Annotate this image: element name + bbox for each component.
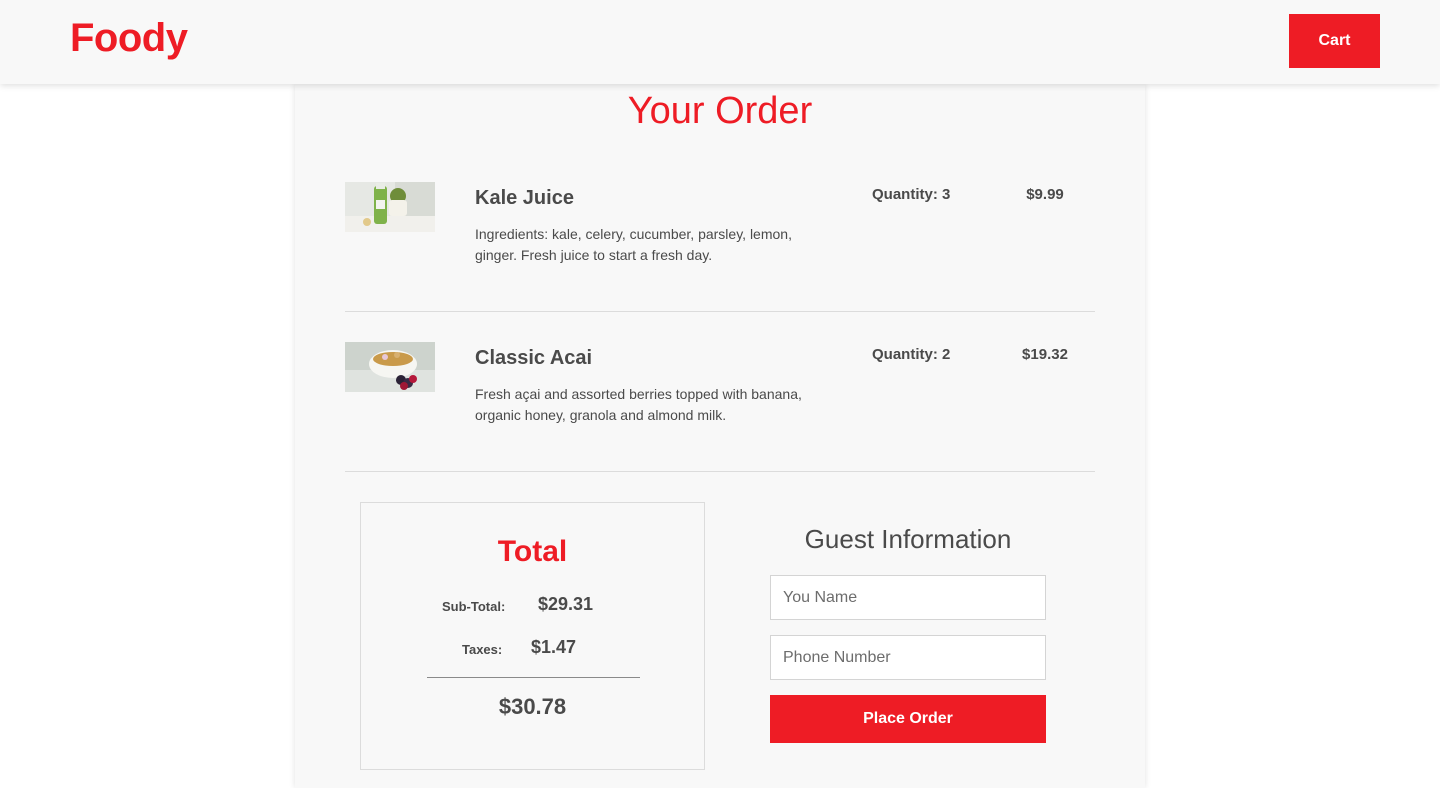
order-total-box: Total Sub-Total: $29.31 Taxes: $1.47 $30… <box>360 502 705 770</box>
total-title: Total <box>497 535 568 568</box>
item-quantity: Quantity: 2 <box>872 346 951 363</box>
grand-total-value: $30.78 <box>498 694 567 719</box>
total-divider <box>427 677 640 678</box>
item-quantity: Quantity: 3 <box>872 186 951 203</box>
item-name: Kale Juice <box>475 187 574 209</box>
item-divider <box>345 471 1095 472</box>
item-divider <box>345 311 1095 312</box>
top-navbar: Foody Cart <box>0 0 1440 84</box>
order-item-kale-juice: Kale Juice Ingredients: kale, celery, cu… <box>345 182 1095 312</box>
taxes-value: $1.47 <box>531 637 577 657</box>
subtotal-label: Sub-Total: <box>442 599 506 614</box>
item-price: $19.32 <box>1022 346 1068 363</box>
phone-number-input[interactable] <box>770 635 1046 680</box>
item-description: Fresh açai and assorted berries topped w… <box>475 386 802 423</box>
cart-button[interactable]: Cart <box>1289 14 1380 68</box>
item-name: Classic Acai <box>475 347 593 369</box>
subtotal-value: $29.31 <box>538 594 594 614</box>
page-title: Your Order <box>627 90 813 132</box>
classic-acai-image <box>345 342 435 392</box>
guest-name-input[interactable] <box>770 575 1046 620</box>
order-panel: Your Order Kale Juice Ingredients: kale,… <box>295 84 1145 788</box>
guest-information-title: Guest Information <box>804 524 1012 554</box>
place-order-button[interactable]: Place Order <box>770 695 1046 743</box>
kale-juice-image <box>345 182 435 232</box>
order-item-classic-acai: Classic Acai Fresh açai and assorted ber… <box>345 342 1095 472</box>
taxes-label: Taxes: <box>462 642 503 657</box>
brand-logo[interactable]: Foody <box>70 16 188 61</box>
item-description: Ingredients: kale, celery, cucumber, par… <box>475 226 792 263</box>
item-price: $9.99 <box>1026 186 1064 203</box>
